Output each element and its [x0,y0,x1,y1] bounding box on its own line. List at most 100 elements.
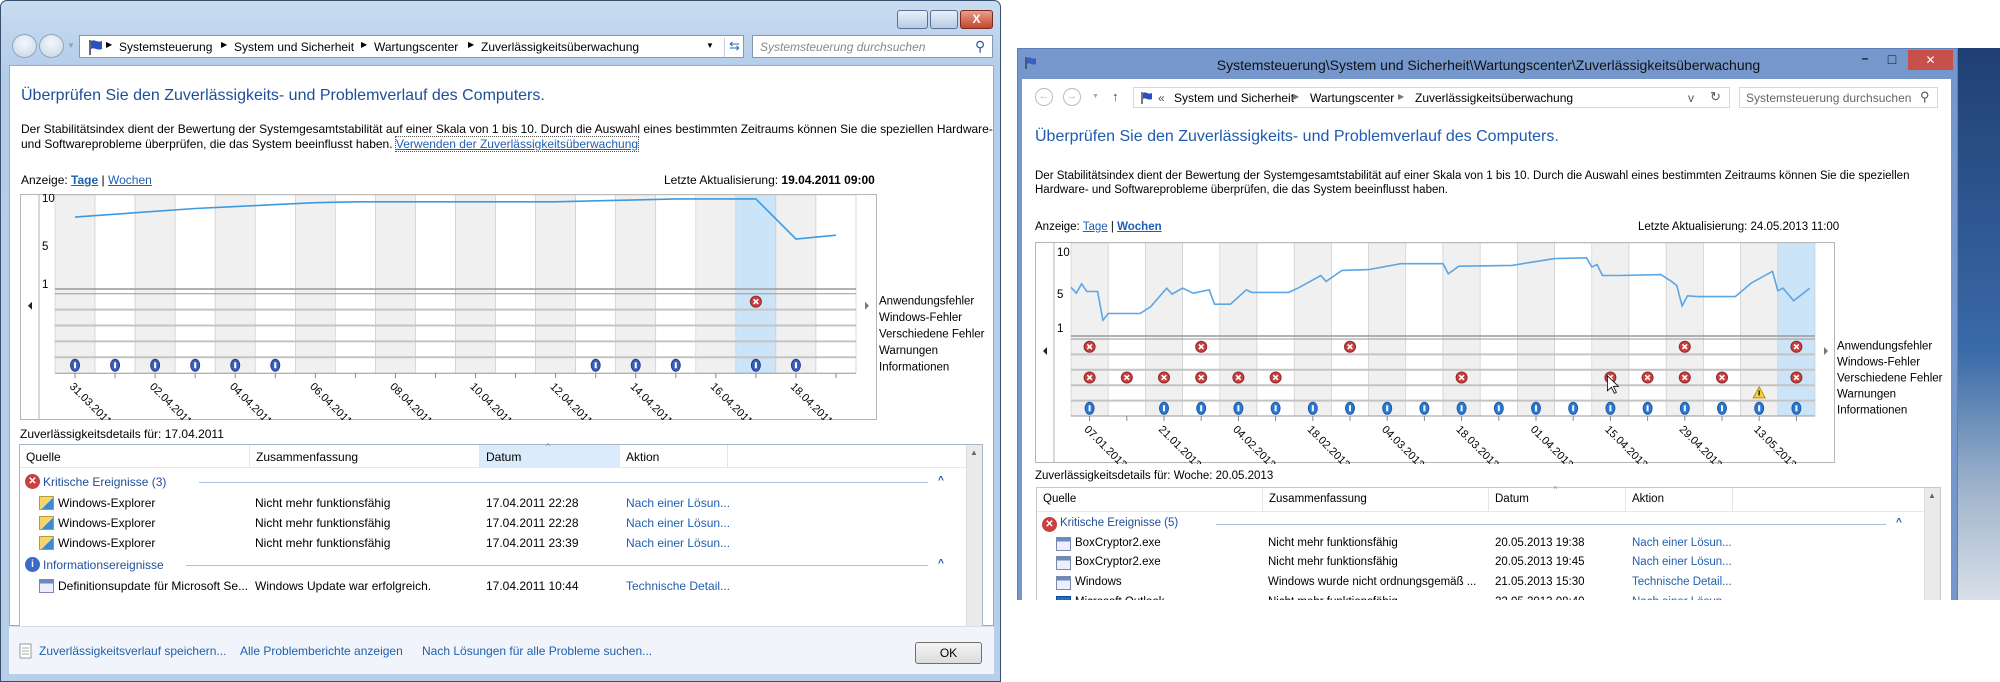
action-link[interactable]: Technische Detail... [626,579,730,593]
info-icon[interactable] [1531,401,1541,415]
column-header-aktion[interactable]: Aktion [1626,488,1733,512]
view-days-link[interactable]: Tage [1083,221,1108,233]
history-dropdown-icon[interactable]: ▼ [67,41,75,50]
breadcrumb-item[interactable]: Zuverlässigkeitsüberwachung [481,40,639,54]
view-days-link[interactable]: Tage [71,173,98,187]
breadcrumb-item[interactable]: Systemsteuerung [119,40,212,54]
date-column[interactable] [1591,242,1630,417]
info-icon[interactable] [1419,401,1430,415]
action-link[interactable]: Nach einer Lösun... [626,536,730,550]
info-icon[interactable] [1270,401,1281,415]
date-column[interactable] [1479,242,1518,417]
address-bar[interactable]: « System und Sicherheit ▶ Wartungscenter… [1133,87,1730,108]
table-row[interactable]: Definitionsupdate für Microsoft Se... Win… [20,576,964,596]
refresh-icon[interactable]: ↻ [1710,89,1721,105]
info-icon[interactable] [1233,401,1244,415]
breadcrumb-item[interactable]: System und Sicherheit [1174,91,1294,105]
date-column[interactable] [1219,242,1258,417]
date-column[interactable] [655,194,697,374]
info-icon[interactable] [670,358,681,372]
info-icon[interactable] [1679,401,1690,415]
date-column[interactable] [415,194,456,374]
info-icon[interactable] [270,358,281,372]
collapse-group-icon[interactable]: ^ [938,558,944,569]
info-icon[interactable] [1084,401,1095,415]
date-column[interactable] [1442,242,1481,417]
error-icon[interactable] [1790,371,1803,384]
error-icon[interactable] [1269,371,1282,384]
breadcrumb-item[interactable]: Wartungscenter [374,40,458,54]
error-icon[interactable] [1790,340,1803,353]
save-history-link[interactable]: Zuverlässigkeitsverlauf speichern... [39,644,226,658]
column-header-zusammenfassung[interactable]: Zusammenfassung [250,445,480,468]
close-button[interactable]: X [960,10,993,29]
info-icon[interactable] [1568,401,1579,415]
back-button[interactable] [12,34,37,58]
column-header-quelle[interactable]: Quelle [1037,488,1263,512]
date-column[interactable] [1070,242,1109,417]
view-weeks-link[interactable]: Wochen [108,173,152,187]
history-dropdown-icon[interactable]: ▼ [1092,93,1099,100]
address-dropdown-icon[interactable]: v [1688,91,1694,105]
column-header-quelle[interactable]: Quelle [20,445,250,468]
date-column[interactable] [775,194,817,374]
action-link[interactable]: Nach einer Lösun... [626,496,730,510]
error-icon[interactable] [1678,371,1691,384]
info-icon[interactable] [750,358,761,372]
info-icon[interactable] [1159,401,1169,415]
forward-button[interactable]: → [1063,88,1081,106]
action-link[interactable]: Nach einer Lösun... [1632,537,1732,549]
date-column[interactable] [254,194,296,374]
date-column[interactable] [94,194,136,374]
selected-column[interactable] [1777,242,1816,417]
error-icon[interactable] [1344,340,1356,353]
table-row[interactable]: Windows-Explorer Nicht mehr funktionsfähi… [20,533,964,553]
error-icon[interactable] [1232,371,1245,384]
vertical-scrollbar[interactable] [966,445,982,630]
error-icon[interactable] [749,295,762,308]
group-header[interactable]: ✕ Kritische Ereignisse (3) ^ [20,470,964,493]
info-icon[interactable] [1605,401,1616,415]
date-column[interactable] [1331,242,1369,417]
breadcrumb-item[interactable]: System und Sicherheit [234,40,354,54]
info-icon[interactable] [1196,401,1207,415]
breadcrumb-overflow[interactable]: « [1158,91,1165,105]
forward-button[interactable] [39,34,64,58]
minimize-button[interactable] [897,10,928,29]
error-icon[interactable] [1678,340,1691,353]
error-icon[interactable] [1120,371,1133,384]
date-column[interactable] [1517,242,1555,417]
info-icon[interactable] [1717,401,1727,415]
error-icon[interactable] [1083,340,1096,353]
info-icon[interactable] [630,358,641,372]
date-column[interactable] [1293,242,1332,417]
date-column[interactable] [1145,242,1183,417]
action-link[interactable]: Nach einer Lösun... [626,516,730,530]
date-column[interactable] [1256,242,1295,417]
maximize-button[interactable]: □ [1881,51,1903,71]
info-icon[interactable] [1307,401,1318,415]
view-weeks-link[interactable]: Wochen [1117,221,1162,233]
column-header-datum[interactable]: Datum ^ [1489,485,1626,512]
info-icon[interactable] [1382,401,1393,415]
info-icon[interactable] [190,358,201,372]
collapse-group-icon[interactable]: ^ [1896,517,1902,528]
stability-chart[interactable]: 105131.03.2011 02.04.2011 04.04.2011 06.04.… [20,194,995,420]
date-column[interactable] [375,194,416,374]
info-icon[interactable] [230,358,241,372]
date-column[interactable] [1182,242,1221,417]
table-row[interactable]: Windows-Explorer Nicht mehr funktionsfähi… [20,513,964,533]
error-icon[interactable] [1158,371,1170,384]
breadcrumb-item[interactable]: Wartungscenter [1310,91,1394,105]
info-icon[interactable] [1456,401,1467,415]
back-button[interactable]: ← [1035,88,1053,106]
maximize-button[interactable] [930,10,958,29]
search-icon[interactable]: ⚲ [975,38,985,55]
date-column[interactable] [535,194,576,374]
date-column[interactable] [1665,242,1704,417]
date-column[interactable] [1107,242,1146,417]
table-row[interactable]: BoxCryptor2.exe Nicht mehr funktionsfähig… [1037,554,1922,574]
info-icon[interactable] [1345,401,1355,415]
info-icon[interactable] [1642,401,1653,415]
date-column[interactable] [174,194,216,374]
